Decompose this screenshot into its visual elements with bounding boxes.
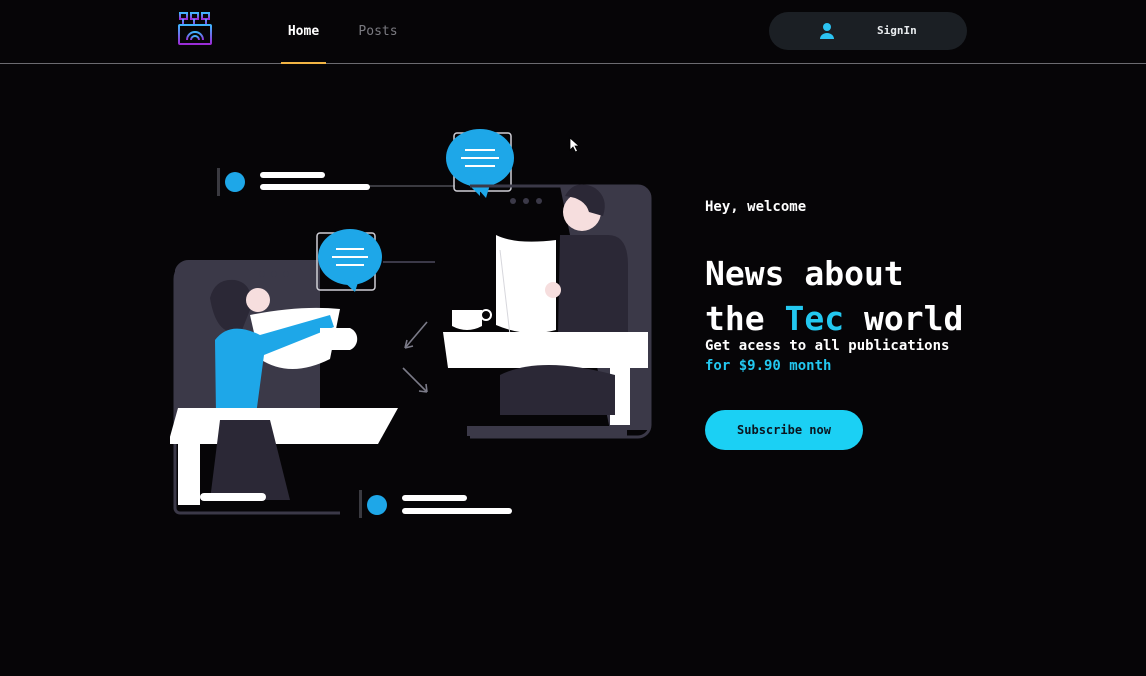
signin-button[interactable]: SignIn (769, 12, 967, 50)
signin-label: SignIn (877, 24, 917, 37)
welcome-greeting: Hey, welcome (705, 199, 807, 215)
nav-tab-posts[interactable]: Posts (352, 0, 404, 63)
mouse-pointer-icon (569, 137, 581, 153)
nav-tab-posts-label: Posts (358, 24, 398, 39)
user-icon (818, 22, 836, 40)
offer-description: Get acess to all publications (705, 338, 950, 354)
headline-accent: Tec (784, 299, 845, 338)
headline-part3: world (863, 299, 964, 338)
hero-headline: News about the Tec world (705, 251, 1005, 341)
headline-part2: the (705, 299, 765, 338)
nav-tab-home-label: Home (287, 24, 320, 39)
subscribe-button[interactable]: Subscribe now (705, 410, 863, 450)
laptop-network-logo-icon[interactable] (173, 9, 217, 53)
active-tab-indicator (281, 62, 326, 64)
reading-people-illustration (168, 120, 660, 530)
top-navbar: Home Posts SignIn (0, 0, 1146, 64)
headline-part1: News about (705, 254, 904, 293)
nav-tab-home[interactable]: Home (281, 0, 326, 64)
offer-price: for $9.90 month (705, 358, 832, 374)
